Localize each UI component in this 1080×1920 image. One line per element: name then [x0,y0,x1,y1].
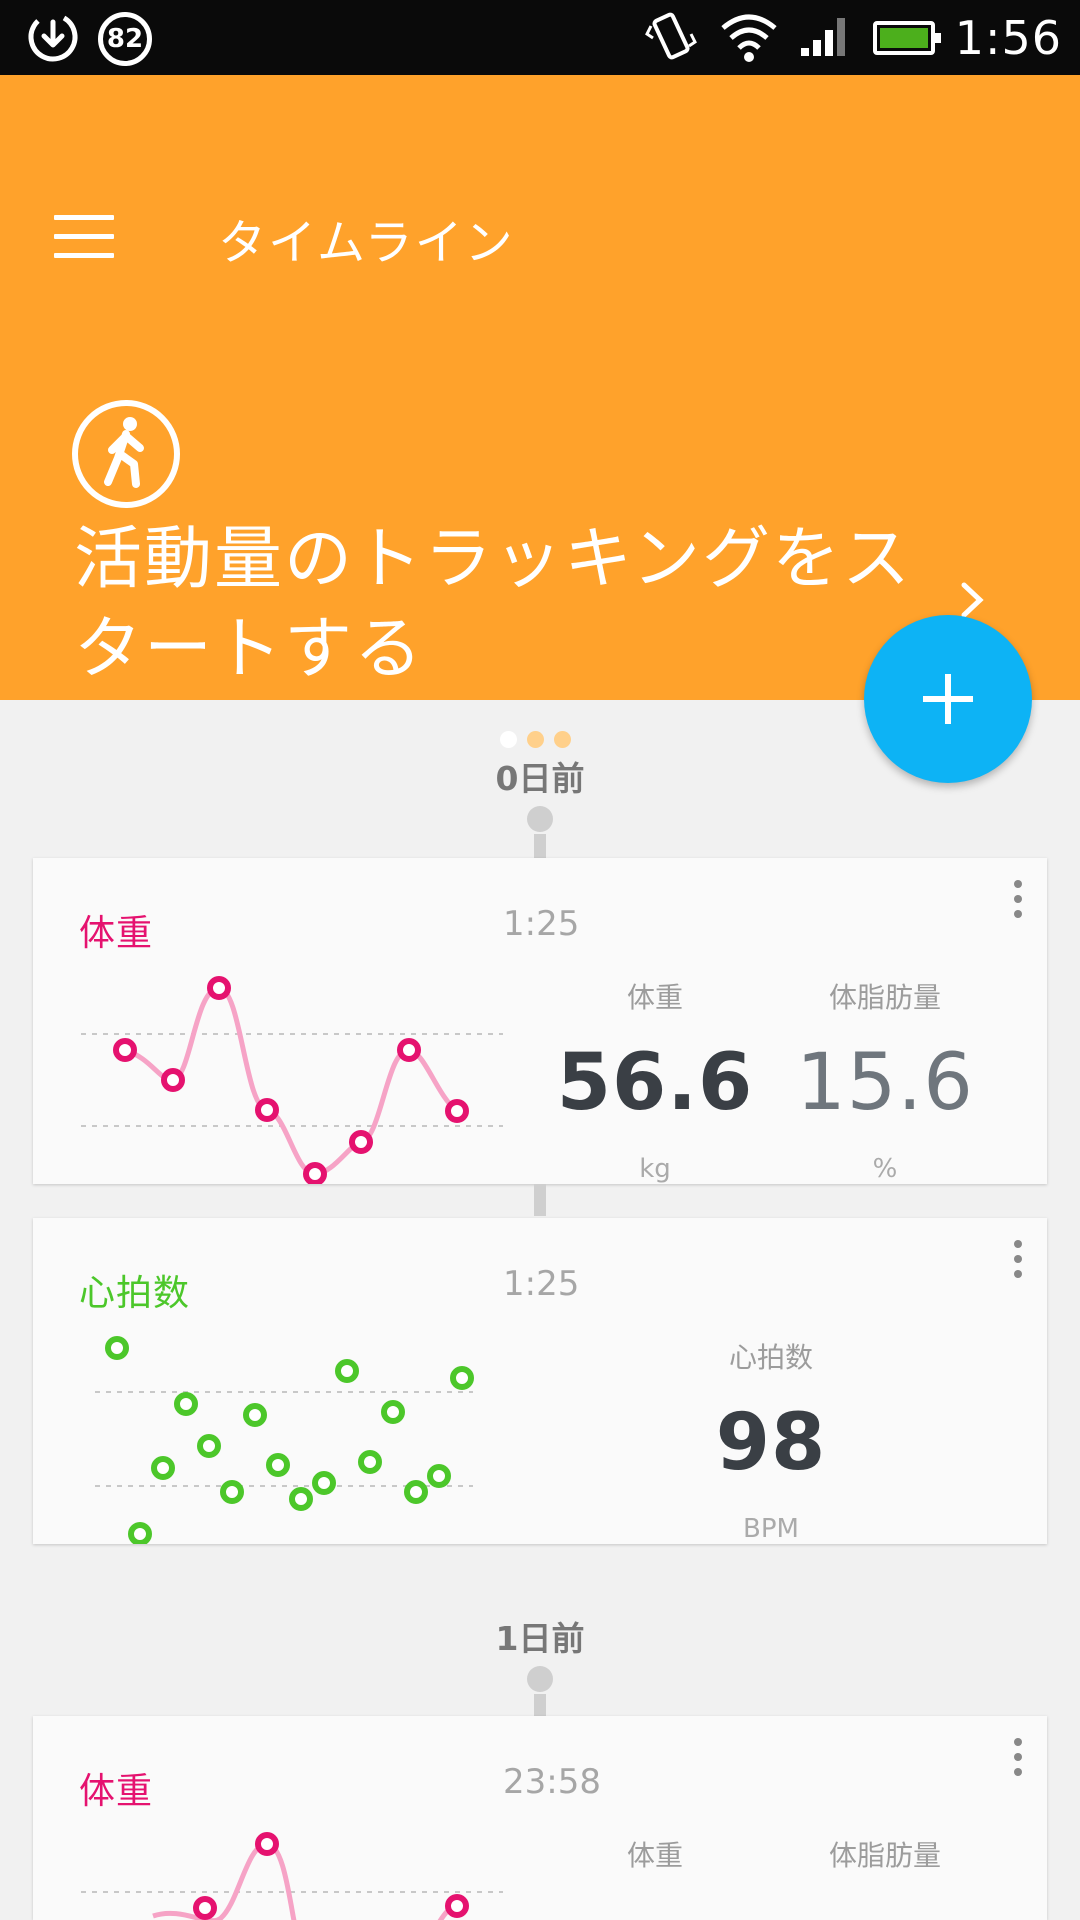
data-point [255,1098,279,1122]
weight-value: 56.6 [556,1038,754,1128]
more-options-icon[interactable] [1011,1240,1025,1284]
menu-icon[interactable] [54,215,114,259]
timeline-line [534,834,546,860]
weight-trend-graph [81,976,503,1184]
stat-unit: BPM [743,1514,799,1544]
data-point [427,1464,451,1488]
data-point [335,1359,359,1383]
stat-unit: % [872,1154,898,1184]
data-point [450,1366,474,1390]
data-point [113,1038,137,1062]
data-point [312,1471,336,1495]
weight-card[interactable]: 体重 23:58 体重 体脂肪量 [33,1716,1047,1920]
data-point [128,1522,152,1544]
vibrate-icon [643,8,699,68]
weight-trend-graph [81,1832,503,1920]
data-point [289,1487,313,1511]
banner-text[interactable]: 活動量のトラッキングをスタートする [74,515,954,695]
walking-person-icon [72,400,180,508]
data-point [349,1130,373,1154]
data-point [151,1456,175,1480]
data-point [445,1894,469,1918]
app-header: タイムライン 活動量のトラッキングをスタートする [0,75,1080,748]
timeline-day-label: 1日前 [495,1619,585,1658]
screen: 82 1:56 タイムライン 活動量のトラッキングをスタートする 0日前 体重 … [0,0,1080,1920]
stat-label: 体重 [626,981,683,1014]
data-point [255,1832,279,1856]
data-point [105,1336,129,1360]
notification-count-badge: 82 [98,12,152,66]
signal-icon [799,14,853,62]
timeline-line [534,1694,546,1716]
heart-rate-value: 98 [715,1398,827,1488]
data-point [303,1162,327,1184]
data-point [243,1403,267,1427]
data-point [197,1434,221,1458]
body-fat-value: 15.6 [796,1038,974,1128]
page-dot[interactable] [500,731,517,748]
data-point [174,1392,198,1416]
page-dot[interactable] [527,731,544,748]
data-point [404,1480,428,1504]
page-dot[interactable] [554,731,571,748]
timeline-dot [527,806,553,832]
data-point [207,976,231,1000]
stat-label: 心拍数 [728,1341,813,1374]
data-point [381,1400,405,1424]
stat-unit: kg [639,1154,671,1184]
battery-icon [872,21,941,55]
plus-icon [923,674,973,724]
more-options-icon[interactable] [1011,880,1025,924]
data-point [220,1480,244,1504]
stat-label: 体脂肪量 [828,1839,941,1872]
page-title: タイムライン [218,215,515,271]
data-point [193,1896,217,1920]
data-point [161,1068,185,1092]
heart-rate-card[interactable]: 心拍数 1:25 心拍数 98 BPM [33,1218,1047,1544]
stat-label: 体重 [626,1839,683,1872]
download-icon [26,10,80,68]
wifi-icon [719,8,779,68]
more-options-icon[interactable] [1011,1738,1025,1782]
data-point [445,1099,469,1123]
heart-rate-scatter-graph [95,1336,474,1544]
timeline-line [534,1184,546,1216]
timeline-dot [527,1666,553,1692]
add-button[interactable] [864,615,1032,783]
status-bar: 82 1:56 [0,0,1080,75]
data-point [397,1038,421,1062]
banner-page-indicator [500,731,571,748]
data-point [266,1453,290,1477]
timeline-day-label: 0日前 [495,759,585,798]
weight-card[interactable]: 体重 1:25 体重 56.6 kg 体脂肪量 15.6 % [33,858,1047,1184]
stat-label: 体脂肪量 [828,981,941,1014]
status-time: 1:56 [954,11,1062,65]
data-point [358,1450,382,1474]
